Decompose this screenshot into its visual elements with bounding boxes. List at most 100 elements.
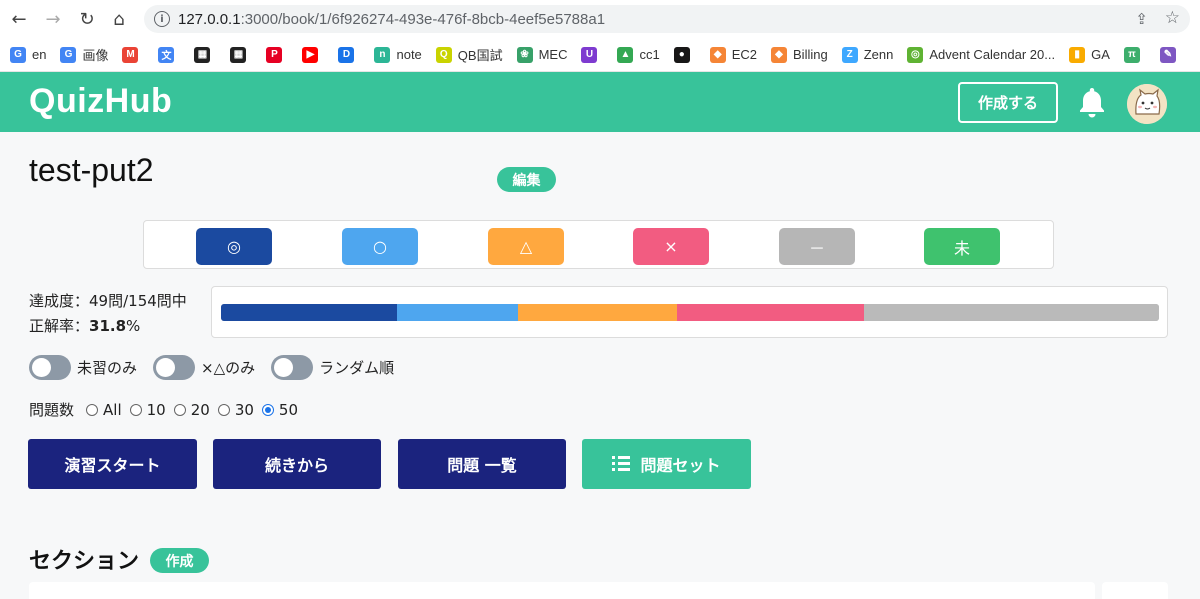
question-count-option[interactable]: All [86,401,122,419]
bookmark-label: QB国試 [457,48,503,63]
bookmark-item[interactable]: D [338,46,360,63]
bell-icon[interactable] [1074,84,1110,120]
bookmark-item[interactable]: n note [374,46,422,63]
radio-circle[interactable] [129,403,142,416]
toggle-knob [274,358,294,377]
bookmark-favicon-icon: P [266,46,283,63]
bookmark-favicon-icon: ▦ [230,46,247,63]
question-count-option[interactable]: 10 [129,400,166,419]
radio-circle[interactable] [217,403,230,416]
status-button-unlearned[interactable]: 未 [924,228,1000,265]
toggle-switch[interactable] [271,355,314,380]
progress-segment-cross [676,304,865,321]
progress-bar [221,304,1159,321]
radio-label: 10 [146,400,166,419]
bookmark-star-icon[interactable]: ☆ [1165,8,1180,28]
bookmark-item[interactable]: ▦ [230,46,252,63]
bookmark-item[interactable]: Gen [10,46,46,63]
bookmarks-bar: Gen G 画像 M 文 ▦ ▦ P ▶ Dn note Q QB国試 ❀ MEC U ▲ cc1 ● ◆ EC2 ◆ Bi… [0,38,1200,72]
bookmark-favicon-icon: n [374,46,391,63]
bookmark-item[interactable]: 文 [158,46,180,63]
continue-button[interactable]: 続きから [213,439,381,489]
app-header: QuizHub 作成する [0,72,1200,132]
bookmark-item[interactable]: P [266,46,288,63]
page-title: test-put2 [29,152,154,188]
bookmark-item[interactable]: ▦ [194,46,216,63]
question-count-selector: 問題数 All 10 20 30 50 [29,399,306,420]
question-set-label: 問題セット [640,456,721,475]
question-count-label: 問題数 [29,401,75,419]
info-icon[interactable]: i [154,11,170,27]
toggle-1[interactable]: ×△のみ [153,355,255,380]
achievement-value: 49問/154問中 [89,292,187,310]
toggle-switch[interactable] [29,355,71,380]
bookmark-favicon-icon: ◆ [709,46,726,63]
bookmark-favicon-icon: ● [673,46,690,63]
app-logo[interactable]: QuizHub [29,82,172,121]
status-button-dash[interactable]: － [779,228,855,265]
toggle-switch[interactable] [153,355,196,380]
bookmark-item[interactable]: Q QB国試 [435,45,503,64]
home-icon[interactable]: ⌂ [108,8,130,30]
section-create-button[interactable]: 作成 [150,548,209,573]
radio-circle[interactable] [261,403,274,416]
bookmark-item[interactable]: ▶ [302,46,324,63]
bookmark-favicon-icon: ▶ [302,46,319,63]
section-card[interactable] [29,582,1095,599]
share-icon[interactable]: ⇪ [1135,10,1148,28]
bookmark-favicon-icon: D [338,46,355,63]
progress-summary: 達成度：49問/154問中 正解率：31.8% [29,289,187,339]
bookmark-item[interactable]: Z Zenn [841,46,893,63]
status-button-cross[interactable]: × [633,228,709,265]
accuracy-value: 31.8 [89,317,127,335]
radio-circle[interactable] [86,403,99,416]
user-avatar[interactable] [1127,84,1167,124]
progress-segment-double-circle [221,304,398,321]
bookmark-favicon-icon: ▦ [194,46,211,63]
radio-circle[interactable] [173,403,186,416]
progress-panel [211,286,1168,338]
bookmark-item[interactable]: ◆ Billing [771,46,828,63]
bookmark-label: cc1 [639,47,660,62]
toggle-0[interactable]: 未習のみ [29,355,137,380]
bookmark-item[interactable]: ❀ MEC [516,46,567,63]
bookmark-favicon-icon: ◆ [771,46,788,63]
bookmark-item[interactable]: ◎ Advent Calendar 20... [907,46,1055,63]
toggle-2[interactable]: ランダム順 [271,355,394,380]
question-count-option[interactable]: 50 [261,401,298,419]
filter-toggles: 未習のみ ×△のみ ランダム順 [29,355,410,380]
url-text: 127.0.0.1:3000/book/1/6f926274-493e-476f… [178,10,606,28]
status-button-double-circle[interactable]: ◎ [196,228,272,265]
bookmark-item[interactable]: ▮ GA [1069,46,1110,63]
bookmark-item[interactable]: ✎ [1159,46,1182,63]
bookmark-item[interactable]: G 画像 [60,45,108,64]
back-arrow-icon[interactable]: ← [8,8,30,30]
bookmark-label: GA [1091,47,1110,62]
address-bar[interactable]: i 127.0.0.1:3000/book/1/6f926274-493e-47… [144,5,1190,33]
bookmark-item[interactable]: M [122,46,144,63]
start-practice-button[interactable]: 演習スタート [28,439,197,489]
question-count-option[interactable]: 30 [217,400,254,419]
bookmark-item[interactable]: U [581,46,603,63]
progress-segment-rest [864,304,1159,321]
forward-arrow-icon[interactable]: → [42,8,64,30]
bookmark-item[interactable]: ▲ cc1 [617,46,660,63]
edit-button[interactable]: 編集 [497,167,556,192]
reload-icon[interactable]: ↻ [76,8,98,30]
question-list-button[interactable]: 問題 一覧 [398,439,566,489]
question-set-button[interactable]: 問題セット [582,439,751,489]
bookmark-item[interactable]: π [1123,46,1146,63]
status-button-triangle[interactable]: △ [488,228,564,265]
toggle-label: 未習のみ [77,359,138,377]
create-button[interactable]: 作成する [958,82,1058,123]
question-count-option[interactable]: 20 [173,401,210,419]
radio-label: 30 [234,400,254,419]
section-card-action[interactable] [1102,582,1168,599]
bookmark-item[interactable]: ◆ EC2 [709,46,757,63]
bookmark-label: 画像 [82,48,109,63]
bookmark-favicon-icon: Q [435,46,452,63]
bookmark-item[interactable]: ● [673,46,696,63]
bookmark-favicon-icon: Z [841,46,858,63]
bookmark-favicon-icon: ▮ [1069,46,1086,63]
status-button-circle[interactable]: ○ [342,228,418,265]
